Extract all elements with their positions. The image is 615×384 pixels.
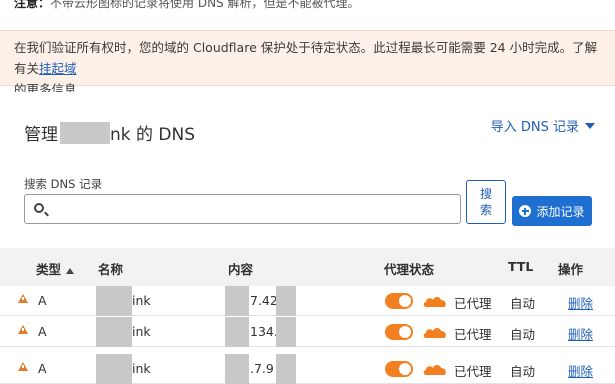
redacted-content-end (276, 317, 296, 347)
caret-down-icon (585, 122, 595, 129)
redacted-content (225, 354, 249, 384)
column-ttl: TTL (508, 259, 534, 274)
proxy-toggle[interactable] (385, 324, 413, 340)
redacted-content (225, 286, 249, 316)
dns-notice: 注意：不带云形图标的记录将使用 DNS 解析，但是不能被代理。 (0, 0, 615, 14)
redacted-domain (60, 121, 110, 144)
record-type: A (38, 361, 47, 376)
redacted-content (225, 317, 249, 347)
banner-text: 在我们验证所有权时，您的域的 Cloudflare 保护处于待定状态。此过程最长… (14, 40, 598, 76)
dns-records-card: 管理 nk 的 DNS 导入 DNS 记录 搜索 DNS 记录 搜索 添加记录 … (0, 92, 615, 384)
search-label: 搜索 DNS 记录 (24, 177, 103, 191)
proxy-toggle[interactable] (385, 361, 413, 377)
record-ttl: 自动 (510, 296, 536, 311)
add-record-button[interactable]: 添加记录 (512, 196, 592, 226)
notice-text: 不带云形图标的记录将使用 DNS 解析，但是不能被代理。 (50, 0, 360, 10)
record-content: 134. (250, 324, 278, 339)
proxy-toggle[interactable] (385, 293, 413, 309)
record-name: ink (132, 293, 151, 308)
table-header: 类型 名称 内容 代理状态 TTL 操作 (0, 248, 615, 286)
record-type: A (38, 324, 47, 339)
column-actions: 操作 (558, 262, 584, 277)
table-row: A ink .7.9 已代理 自动 删除 (0, 354, 615, 384)
record-name: ink (132, 361, 151, 376)
cloud-icon (423, 365, 446, 375)
cloud-icon (423, 328, 446, 338)
redacted-name (96, 317, 132, 347)
redacted-content-end (276, 286, 296, 316)
column-content: 内容 (228, 262, 254, 277)
warning-icon (18, 362, 28, 371)
column-type[interactable]: 类型 (36, 259, 75, 278)
record-type: A (38, 293, 47, 308)
column-type-label: 类型 (36, 262, 62, 277)
sort-ascending-icon (66, 267, 75, 274)
delete-record-link[interactable]: 删除 (568, 324, 593, 343)
pending-domain-link[interactable]: 挂起域 (39, 61, 77, 76)
pending-status-banner: 在我们验证所有权时，您的域的 Cloudflare 保护处于待定状态。此过程最长… (0, 30, 615, 97)
record-content: .7.9 (250, 361, 274, 376)
delete-record-link[interactable]: 删除 (568, 293, 593, 312)
proxy-status-label: 已代理 (454, 327, 492, 342)
redacted-name (96, 354, 132, 384)
column-proxy-status: 代理状态 (384, 262, 435, 277)
warning-icon (18, 294, 28, 303)
import-dns-records-button[interactable]: 导入 DNS 记录 (491, 116, 595, 135)
record-name: ink (132, 324, 151, 339)
search-icon (34, 203, 44, 213)
search-input[interactable] (24, 194, 461, 224)
import-label: 导入 DNS 记录 (490, 120, 579, 135)
delete-record-link[interactable]: 删除 (568, 361, 593, 380)
plus-circle-icon (519, 205, 532, 217)
title-prefix: 管理 (24, 125, 58, 145)
notice-prefix: 注意： (14, 0, 51, 10)
redacted-name (96, 286, 132, 316)
redacted-content-end (276, 354, 296, 384)
table-row: A ink 7.42. 已代理 自动 删除 (0, 286, 615, 316)
search-button[interactable]: 搜索 (466, 180, 506, 224)
table-row: A ink 134. 已代理 自动 删除 (0, 317, 615, 347)
warning-icon (18, 325, 28, 334)
cloud-icon (423, 297, 446, 307)
proxy-status-label: 已代理 (454, 364, 492, 379)
add-record-label: 添加记录 (536, 204, 585, 219)
record-ttl: 自动 (510, 364, 536, 379)
title-suffix: nk 的 DNS (110, 125, 196, 145)
record-ttl: 自动 (510, 327, 536, 342)
proxy-status-label: 已代理 (454, 296, 492, 311)
page-title: 管理 nk 的 DNS (24, 120, 195, 145)
column-name: 名称 (98, 262, 124, 277)
